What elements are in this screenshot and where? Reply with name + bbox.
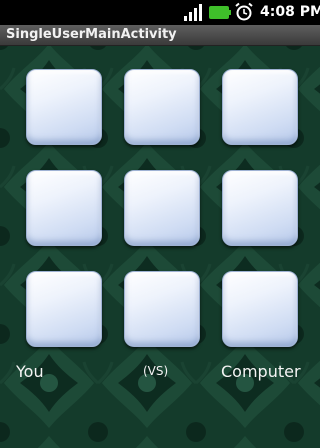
- app-screen: 4:08 PM SingleUserMainActivity You (VS) …: [0, 0, 320, 448]
- board-cell-1-1[interactable]: [26, 69, 102, 145]
- board-cell-3-3[interactable]: [222, 271, 298, 347]
- status-bar: 4:08 PM: [0, 0, 320, 25]
- activity-title: SingleUserMainActivity: [6, 27, 177, 42]
- player-computer-label: Computer: [221, 362, 301, 381]
- alarm-clock-icon: [235, 2, 253, 21]
- board-cell-2-3[interactable]: [222, 170, 298, 246]
- board-cell-3-2[interactable]: [124, 271, 200, 347]
- board-cell-2-1[interactable]: [26, 170, 102, 246]
- player-you-label: You: [16, 362, 44, 381]
- title-bar: SingleUserMainActivity: [0, 25, 320, 46]
- battery-icon: [209, 6, 231, 19]
- board-cell-3-1[interactable]: [26, 271, 102, 347]
- board-cell-1-2[interactable]: [124, 69, 200, 145]
- board-cell-2-2[interactable]: [124, 170, 200, 246]
- board-cell-1-3[interactable]: [222, 69, 298, 145]
- status-time: 4:08 PM: [260, 4, 320, 20]
- versus-label: (VS): [143, 364, 169, 378]
- signal-icon: [184, 4, 202, 21]
